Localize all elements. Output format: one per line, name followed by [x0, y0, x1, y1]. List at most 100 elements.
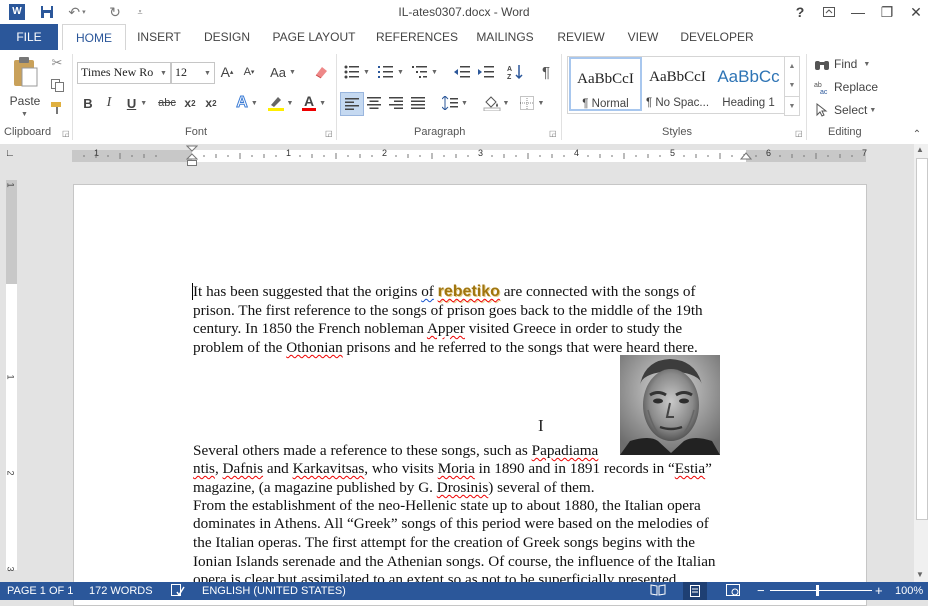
style-heading-1[interactable]: AaBbCc Heading 1 — [713, 57, 784, 111]
tab-review[interactable]: REVIEW — [555, 24, 607, 50]
spelling-flag: ntis — [193, 460, 215, 477]
style-normal[interactable]: AaBbCcI ¶ Normal — [569, 57, 642, 111]
bullets-button[interactable]: ▼ — [342, 62, 372, 82]
paste-button[interactable]: Paste ▼ — [6, 54, 44, 122]
text-line: Several others made a reference to these… — [193, 441, 598, 460]
zoom-slider-thumb[interactable] — [816, 585, 819, 596]
zoom-in-button[interactable]: + — [875, 583, 883, 598]
align-left-icon[interactable] — [340, 92, 364, 116]
text-line: It has been suggested that the origins o… — [192, 282, 696, 301]
text-line: magazine, (a magazine published by G. Dr… — [193, 478, 595, 497]
grow-font-button[interactable]: A ▴ — [218, 62, 236, 82]
portrait-photo[interactable] — [620, 355, 720, 455]
vertical-scrollbar[interactable]: ▲ ▼ — [914, 144, 928, 582]
tab-insert[interactable]: INSERT — [134, 24, 184, 50]
superscript-button[interactable]: x2 — [203, 94, 219, 112]
style-preview: AaBbCcI — [649, 69, 706, 85]
justify-icon[interactable] — [408, 93, 428, 113]
italic-button[interactable]: I — [101, 94, 117, 112]
styles-more-icon[interactable]: ▼ — [785, 96, 799, 115]
tab-view[interactable]: VIEW — [624, 24, 662, 50]
show-formatting-button[interactable]: ¶ — [536, 62, 556, 82]
dialog-launcher-icon[interactable]: ◲ — [62, 129, 70, 138]
scroll-down-icon[interactable]: ▼ — [916, 570, 924, 579]
style-no-spacing[interactable]: AaBbCcI ¶ No Spac... — [642, 57, 713, 111]
font-name-dropdown[interactable]: Times New Ro ▼ — [77, 62, 171, 84]
format-painter-icon[interactable] — [49, 100, 65, 116]
tab-page-layout[interactable]: PAGE LAYOUT — [270, 24, 358, 50]
styles-scroll-down-icon[interactable]: ▼ — [785, 76, 799, 94]
read-mode-icon[interactable] — [650, 584, 666, 599]
borders-button[interactable]: ▼ — [516, 93, 548, 113]
dialog-launcher-icon[interactable]: ◲ — [795, 129, 803, 138]
zoom-slider[interactable] — [770, 590, 872, 591]
tab-home[interactable]: HOME — [62, 24, 126, 52]
style-name: ¶ No Spac... — [645, 97, 710, 109]
text-run: , who visits — [364, 460, 438, 477]
spelling-flag: Papadiama — [531, 442, 599, 459]
wordart-rebetiko[interactable]: rebetiko — [438, 283, 500, 300]
collapse-ribbon-icon[interactable]: ⌃ — [910, 128, 924, 140]
shrink-font-button[interactable]: A ▾ — [240, 62, 258, 82]
shading-button[interactable]: ▼ — [480, 93, 512, 113]
superscript-mark: 2 — [212, 98, 217, 108]
change-case-button[interactable]: Aa ▼ — [268, 62, 298, 82]
tab-file[interactable]: FILE — [0, 24, 58, 50]
tab-mailings[interactable]: MAILINGS — [472, 24, 538, 50]
zoom-out-button[interactable]: − — [757, 583, 765, 598]
print-layout-icon[interactable] — [683, 582, 707, 600]
clear-formatting-icon[interactable] — [312, 62, 332, 82]
align-center-icon[interactable] — [364, 93, 384, 113]
copy-icon[interactable] — [49, 77, 65, 93]
scroll-thumb[interactable] — [916, 158, 928, 520]
ribbon: Paste ▼ ✂ Clipboard ◲ Times New Ro ▼ 12 … — [0, 50, 928, 145]
numbering-button[interactable]: ▼ — [376, 62, 406, 82]
underline-button[interactable]: U ▼ — [123, 94, 151, 112]
select-button[interactable]: Select ▼ — [816, 100, 882, 120]
subscript-button[interactable]: x2 — [182, 94, 198, 112]
help-button[interactable]: ? — [788, 2, 812, 22]
tab-developer[interactable]: DEVELOPER — [680, 24, 754, 50]
restore-button[interactable]: ❐ — [875, 2, 899, 22]
status-bar: PAGE 1 OF 1 172 WORDS ENGLISH (UNITED ST… — [0, 582, 928, 600]
align-right-icon[interactable] — [386, 93, 406, 113]
scroll-up-icon[interactable]: ▲ — [916, 145, 924, 154]
proofing-icon[interactable] — [171, 584, 185, 600]
ribbon-display-options-icon[interactable] — [817, 2, 841, 22]
decrease-indent-icon[interactable] — [452, 62, 472, 82]
strikethrough-button[interactable]: abc — [157, 94, 177, 112]
text-line: the Italian operas. The first attempt fo… — [193, 534, 696, 551]
language[interactable]: ENGLISH (UNITED STATES) — [202, 585, 346, 597]
right-indent-marker[interactable] — [740, 152, 752, 160]
replace-button[interactable]: ab ac Replace — [814, 77, 884, 97]
vruler-number: 3 — [5, 566, 16, 572]
line-spacing-button[interactable]: ▼ — [440, 93, 470, 113]
separator — [72, 54, 73, 140]
text-highlight-button[interactable]: ▼ — [264, 94, 296, 112]
web-layout-icon[interactable] — [726, 584, 740, 600]
word-count[interactable]: 172 WORDS — [89, 585, 153, 597]
font-color-button[interactable]: A ▼ — [298, 94, 330, 112]
close-button[interactable]: ✕ — [904, 2, 928, 22]
text-effects-button[interactable]: A ▼ — [234, 94, 260, 112]
tab-selector-icon[interactable]: ∟ — [5, 148, 17, 160]
sort-icon[interactable]: AZ — [505, 62, 525, 82]
first-line-indent-marker[interactable] — [186, 145, 198, 167]
font-size-value: 12 — [175, 65, 187, 79]
page-count[interactable]: PAGE 1 OF 1 — [7, 585, 73, 597]
document-page[interactable]: It has been suggested that the origins o… — [73, 184, 867, 606]
cut-icon[interactable]: ✂ — [49, 55, 65, 71]
dialog-launcher-icon[interactable]: ◲ — [549, 129, 557, 138]
font-size-dropdown[interactable]: 12 ▼ — [171, 62, 215, 84]
dialog-launcher-icon[interactable]: ◲ — [325, 129, 333, 138]
style-name: Heading 1 — [722, 97, 775, 109]
multilevel-list-button[interactable]: ▼ — [410, 62, 440, 82]
zoom-level[interactable]: 100% — [895, 585, 923, 597]
bold-button[interactable]: B — [80, 94, 96, 112]
find-button[interactable]: Find ▼ — [814, 54, 880, 74]
increase-indent-icon[interactable] — [476, 62, 496, 82]
tab-design[interactable]: DESIGN — [201, 24, 253, 50]
styles-scroll-up-icon[interactable]: ▲ — [785, 57, 799, 75]
tab-references[interactable]: REFERENCES — [376, 24, 458, 50]
minimize-button[interactable]: — — [846, 2, 870, 22]
